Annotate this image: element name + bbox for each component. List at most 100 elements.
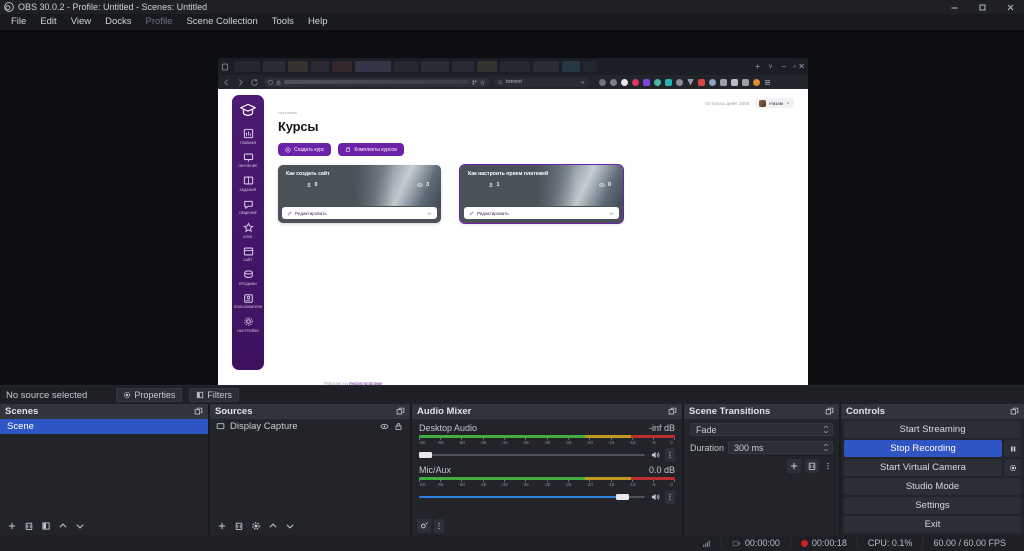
- course-card-footer[interactable]: Редактировать: [464, 207, 619, 219]
- add-transition-button[interactable]: [787, 459, 801, 473]
- move-source-down-button[interactable]: [283, 519, 297, 533]
- sidebar-item-sait[interactable]: САЙТ: [232, 246, 264, 262]
- reload-icon[interactable]: [250, 78, 259, 87]
- filters-button[interactable]: Filters: [189, 388, 239, 402]
- browser-tab[interactable]: [477, 61, 497, 72]
- move-source-up-button[interactable]: [266, 519, 280, 533]
- extension-icon[interactable]: [632, 78, 639, 86]
- popout-icon[interactable]: [668, 407, 677, 416]
- move-scene-up-button[interactable]: [56, 519, 70, 533]
- browser-tab[interactable]: [452, 61, 474, 72]
- chevron-down-icon[interactable]: [427, 211, 432, 216]
- extensions-icon[interactable]: [472, 80, 477, 85]
- browser-tab[interactable]: [394, 61, 418, 72]
- menu-profile[interactable]: Profile: [139, 14, 180, 30]
- extension-icon[interactable]: [720, 78, 727, 86]
- edit-course-action[interactable]: Редактировать: [287, 211, 327, 216]
- transition-select[interactable]: Fade: [690, 423, 833, 436]
- extension-icon[interactable]: [709, 78, 716, 86]
- mixer-channel-menu-button[interactable]: [665, 490, 675, 504]
- remove-scene-button[interactable]: [22, 519, 36, 533]
- browser-tab[interactable]: [311, 61, 329, 72]
- pause-recording-button[interactable]: [1004, 440, 1021, 457]
- browser-close-button[interactable]: ✕: [798, 62, 805, 71]
- slider-knob[interactable]: [616, 494, 630, 500]
- extension-icon[interactable]: [599, 78, 606, 86]
- add-scene-button[interactable]: [5, 519, 19, 533]
- add-source-button[interactable]: [215, 519, 229, 533]
- duration-input[interactable]: 300 ms: [728, 441, 833, 454]
- breadcrumb[interactable]: тестовая: [278, 110, 794, 115]
- arrow-left-icon[interactable]: [222, 78, 231, 87]
- stop-recording-button[interactable]: Stop Recording: [844, 440, 1002, 457]
- advanced-audio-properties-button[interactable]: [417, 518, 431, 533]
- course-card[interactable]: Как настроить прием платежей 1 0 Редакти…: [459, 164, 624, 224]
- sidebar-item-polzovateli[interactable]: ПОЛЬЗОВАТЕЛИ: [232, 293, 264, 309]
- tab-list-button[interactable]: v: [769, 64, 772, 70]
- page-footer-link[interactable]: Инфоплатформе: [349, 381, 382, 385]
- extension-icon[interactable]: [665, 78, 672, 86]
- studio-mode-button[interactable]: Studio Mode: [844, 478, 1021, 495]
- menu-file[interactable]: File: [4, 14, 33, 30]
- properties-button[interactable]: Properties: [116, 388, 183, 402]
- close-button[interactable]: [996, 0, 1024, 14]
- sidebar-item-klub[interactable]: КЛУБ: [232, 222, 264, 239]
- popout-icon[interactable]: [825, 407, 834, 416]
- edit-course-action[interactable]: Редактировать: [469, 211, 509, 216]
- popout-icon[interactable]: [396, 407, 405, 416]
- source-properties-button[interactable]: [249, 519, 263, 533]
- menu-docks[interactable]: Docks: [98, 14, 138, 30]
- popout-icon[interactable]: [194, 407, 203, 416]
- popout-icon[interactable]: [1010, 407, 1019, 416]
- extension-icon[interactable]: [742, 78, 749, 86]
- extension-icon[interactable]: [676, 78, 683, 86]
- browser-menu-icon[interactable]: [221, 63, 229, 71]
- menu-scene-collection[interactable]: Scene Collection: [179, 14, 264, 30]
- browser-tab[interactable]: [288, 61, 308, 72]
- chevron-down-icon[interactable]: [609, 211, 614, 216]
- sources-list[interactable]: Display Capture: [210, 419, 410, 516]
- virtual-camera-settings-button[interactable]: [1004, 459, 1021, 476]
- remove-transition-button[interactable]: [805, 459, 819, 473]
- hamburger-menu-icon[interactable]: [764, 79, 771, 86]
- settings-button[interactable]: Settings: [844, 497, 1021, 514]
- menu-view[interactable]: View: [64, 14, 98, 30]
- browser-tab[interactable]: [332, 61, 352, 72]
- sidebar-item-obuchenie[interactable]: ОБУЧЕНИЕ: [232, 152, 264, 168]
- menu-tools[interactable]: Tools: [265, 14, 301, 30]
- course-bundles-button[interactable]: Комплекты курсов: [338, 143, 404, 156]
- preview-canvas[interactable]: + v − ▫ ✕ torrent ГЛАВНАЯ ОБУЧЕНИЕ ЗАДАН…: [0, 30, 1024, 385]
- browser-tab[interactable]: [500, 61, 530, 72]
- extension-icon[interactable]: [654, 78, 661, 86]
- transition-properties-button[interactable]: [823, 459, 833, 473]
- mixer-channel-menu-button[interactable]: [665, 448, 675, 462]
- address-bar[interactable]: [264, 77, 489, 87]
- course-card-footer[interactable]: Редактировать: [282, 207, 437, 219]
- browser-tab[interactable]: [562, 61, 580, 72]
- sidebar-item-obshenie[interactable]: ОБЩЕНИЕ: [232, 199, 264, 215]
- scene-filters-button[interactable]: [39, 519, 53, 533]
- browser-tab[interactable]: [234, 61, 260, 72]
- eye-icon[interactable]: [380, 422, 389, 431]
- minimize-button[interactable]: [940, 0, 968, 14]
- star-icon[interactable]: [480, 79, 485, 85]
- scene-list-item[interactable]: Scene: [0, 419, 208, 434]
- extension-icon[interactable]: [621, 78, 628, 86]
- arrow-right-icon[interactable]: [236, 78, 245, 87]
- account-menu[interactable]: Низам: [755, 98, 794, 108]
- extension-icon[interactable]: [687, 78, 694, 86]
- download-icon[interactable]: [610, 78, 617, 86]
- new-tab-button[interactable]: +: [755, 62, 760, 71]
- extension-icon[interactable]: [731, 78, 738, 86]
- sidebar-item-prodazhi[interactable]: ПРОДАЖИ: [232, 269, 264, 286]
- browser-minimize-button[interactable]: −: [781, 62, 786, 71]
- scenes-list[interactable]: Scene: [0, 419, 208, 516]
- sidebar-item-glavnaya[interactable]: ГЛАВНАЯ: [232, 128, 264, 145]
- search-input[interactable]: torrent: [494, 77, 589, 87]
- browser-tab[interactable]: [421, 61, 449, 72]
- slider-knob[interactable]: [419, 452, 432, 458]
- browser-tab[interactable]: [533, 61, 559, 72]
- volume-slider[interactable]: [419, 452, 645, 459]
- start-virtual-camera-button[interactable]: Start Virtual Camera: [844, 459, 1002, 476]
- remove-source-button[interactable]: [232, 519, 246, 533]
